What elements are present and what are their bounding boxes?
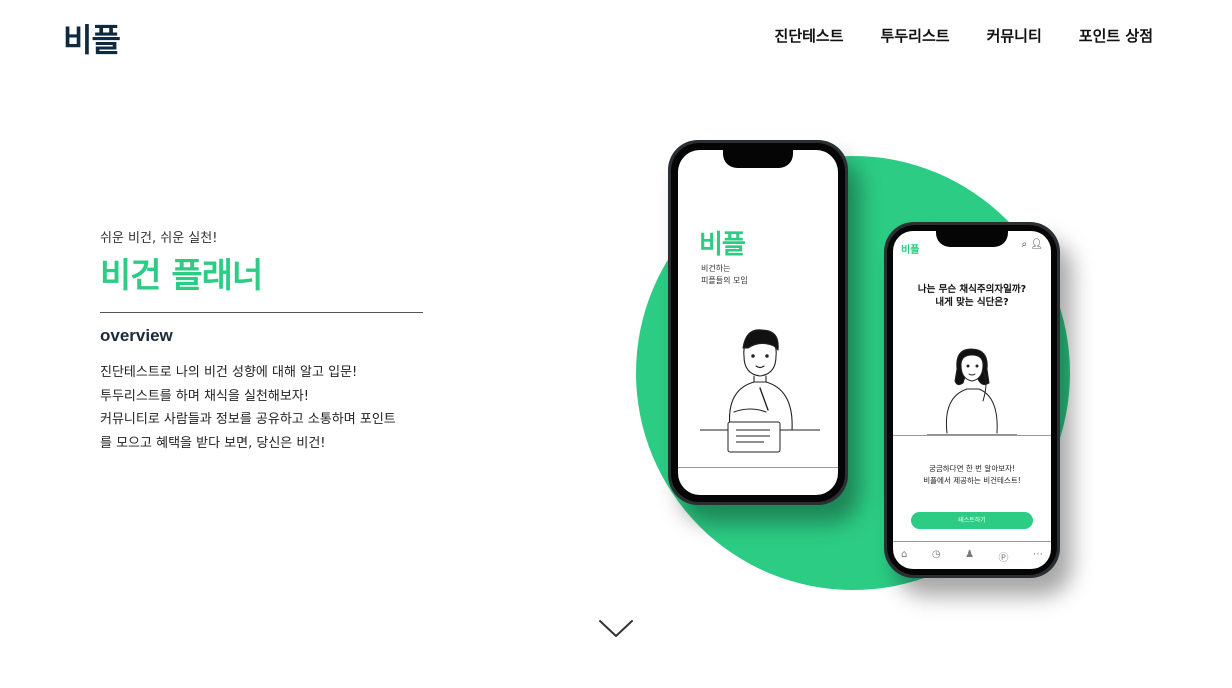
phone-left-divider [678, 467, 838, 468]
phone-left-logo: 비플 [699, 230, 746, 260]
nav-item-diagnostic-test[interactable]: 진단테스트 [775, 25, 844, 47]
bottom-tab-bar: ⌂ ◷ ♟︎ Ⓟ ⋯ [901, 549, 1043, 564]
hero-section: 쉬운 비건, 쉬운 실천! 비건 플래너 overview 진단테스트로 나의 … [100, 228, 423, 455]
chevron-down-icon[interactable] [598, 618, 634, 640]
description-line: 를 모으고 혜택을 받다 보면, 당신은 비건! [100, 435, 326, 451]
point-icon[interactable]: Ⓟ [999, 549, 1009, 564]
nav-item-todo-list[interactable]: 투두리스트 [881, 25, 950, 47]
hero-title: 비건 플래너 [100, 256, 263, 296]
description-line: 진단테스트로 나의 비건 성향에 대해 알고 입문! [100, 365, 358, 380]
phone-right-logo: 비플 [901, 245, 920, 256]
test-info: 궁금하다면 한 번 알아보자! 비플에서 제공하는 비건테스트! [923, 464, 1021, 485]
compass-icon[interactable]: ◷ [932, 549, 941, 564]
phone-mockup-right: 비플 ⌕ 👤︎ 나는 무슨 채식주의자일까? 내게 맞는 식단은? 궁금하다면 … [884, 222, 1060, 578]
phone-right-divider [893, 435, 1051, 436]
description-line: 투두리스트를 하며 채식을 실천해보자! [100, 388, 309, 404]
site-header: 비플 진단테스트 투두리스트 커뮤니티 포인트 상점 [0, 0, 1232, 80]
start-test-button[interactable]: 테스트하기 [911, 512, 1033, 529]
phone-left-screen: 비플 비건하는 피플들의 모임 [678, 150, 838, 495]
hero-tagline: 쉬운 비건, 쉬운 실천! [100, 231, 218, 246]
nav-item-point-shop[interactable]: 포인트 상점 [1079, 25, 1153, 47]
search-icon[interactable]: ⌕ [1022, 239, 1028, 250]
test-question: 나는 무슨 채식주의자일까? 내게 맞는 식단은? [917, 284, 1027, 308]
more-icon[interactable]: ⋯ [1033, 549, 1043, 564]
woman-thinking-illustration [927, 348, 1017, 436]
logo[interactable]: 비플 [63, 20, 121, 60]
phone-right-screen: 비플 ⌕ 👤︎ 나는 무슨 채식주의자일까? 내게 맞는 식단은? 궁금하다면 … [893, 231, 1051, 569]
main-nav: 진단테스트 투두리스트 커뮤니티 포인트 상점 [775, 25, 1153, 47]
hero-divider [100, 312, 423, 313]
overview-description: 진단테스트로 나의 비건 성향에 대해 알고 입문! 투두리스트를 하며 채식을… [100, 361, 423, 455]
home-icon[interactable]: ⌂ [901, 549, 907, 564]
user-icon[interactable]: 👤︎ [1030, 239, 1043, 250]
people-icon[interactable]: ♟︎ [965, 549, 974, 564]
notebook-illustration [727, 421, 781, 453]
phone-mockup-left: 비플 비건하는 피플들의 모임 [668, 140, 848, 505]
nav-item-community[interactable]: 커뮤니티 [987, 25, 1042, 47]
overview-heading: overview [100, 326, 173, 345]
app-mockup-illustration: 비플 비건하는 피플들의 모임 비플 ⌕ 👤︎ 나는 무슨 채식주의자일까? 내… [630, 130, 1100, 600]
phone-left-subtitle: 비건하는 피플들의 모임 [701, 264, 748, 285]
description-line: 커뮤니티로 사람들과 정보를 공유하고 소통하며 포인트 [100, 412, 396, 427]
